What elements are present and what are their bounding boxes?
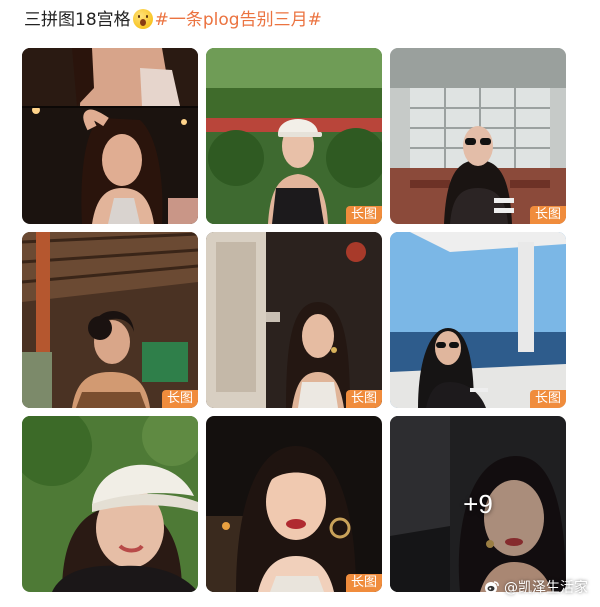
- long-image-badge: 长图: [345, 574, 382, 592]
- post-text: 三拼图18宫格 #一条plog告别三月#: [24, 8, 322, 32]
- photo-tile-2[interactable]: 长图: [206, 48, 382, 224]
- long-image-badge: 长图: [345, 390, 382, 408]
- astonished-face-icon: [132, 9, 153, 29]
- photo-tile-5[interactable]: 长图: [206, 232, 382, 408]
- watermark: @凯泽生活家: [484, 577, 588, 597]
- photo-tile-6[interactable]: 长图: [390, 232, 566, 408]
- more-images-overlay[interactable]: +9: [390, 416, 566, 592]
- weibo-logo-icon: [485, 581, 499, 594]
- photo-tile-9[interactable]: +9: [390, 416, 566, 592]
- long-image-badge: 长图: [529, 206, 566, 224]
- long-image-badge: 长图: [345, 206, 382, 224]
- photo-tile-8[interactable]: 长图: [206, 416, 382, 592]
- photo-tile-1[interactable]: [22, 48, 198, 224]
- image-grid: 长图 长图 长图 长图 长图 长图 +9: [22, 48, 568, 594]
- long-image-badge: 长图: [161, 390, 198, 408]
- photo-tile-7[interactable]: [22, 416, 198, 592]
- watermark-text: @凯泽生活家: [504, 580, 588, 596]
- photo-tile-3[interactable]: 长图: [390, 48, 566, 224]
- post-text-prefix: 三拼图18宫格: [24, 10, 131, 30]
- hashtag-link[interactable]: #一条plog告别三月#: [155, 10, 322, 30]
- photo-tile-4[interactable]: 长图: [22, 232, 198, 408]
- long-image-badge: 长图: [529, 390, 566, 408]
